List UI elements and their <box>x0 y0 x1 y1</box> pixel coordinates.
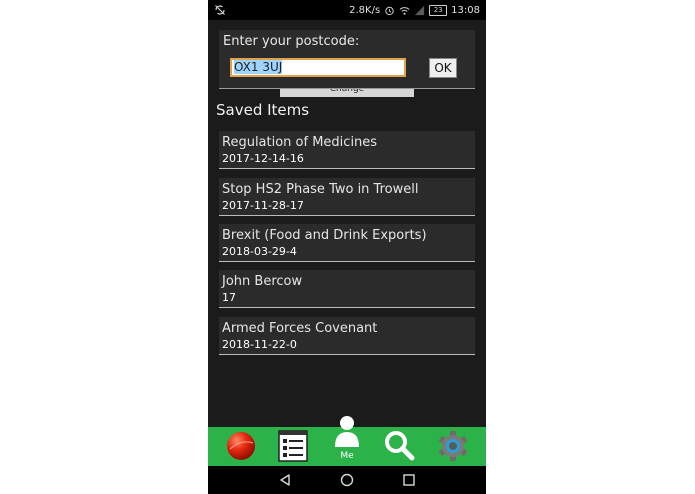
postcode-panel: Enter your postcode: OX1 3UJ OK <box>219 30 475 88</box>
change-button[interactable]: Change <box>280 89 414 97</box>
nav-item-me[interactable]: Me <box>332 414 362 466</box>
item-date: 2017-11-28-17 <box>222 199 304 212</box>
list-item[interactable]: John Bercow 17 <box>219 270 475 308</box>
nav-item-search[interactable] <box>382 427 416 466</box>
item-date: 2017-12-14-16 <box>222 152 304 165</box>
item-date: 2018-11-22-0 <box>222 338 297 351</box>
list-icon <box>278 430 308 462</box>
sync-disabled-icon <box>215 5 225 15</box>
status-time: 13:08 <box>451 4 480 16</box>
postcode-input[interactable]: OX1 3UJ <box>230 58 406 77</box>
network-speed: 2.8K/s <box>349 4 381 16</box>
saved-items-heading: Saved Items <box>216 101 310 119</box>
item-title: Armed Forces Covenant <box>222 321 378 336</box>
bottom-nav: Me <box>208 416 486 466</box>
item-title: Regulation of Medicines <box>222 135 378 150</box>
nav-item-red-ball[interactable] <box>224 427 258 466</box>
item-title: Brexit (Food and Drink Exports) <box>222 228 427 243</box>
system-nav-bar <box>208 466 486 494</box>
settings-gear-icon <box>438 431 468 461</box>
nav-item-settings[interactable] <box>436 427 470 466</box>
item-date: 17 <box>222 291 236 304</box>
phone-screen: 2.8K/s 23 13:08 Enter your postcode: OX1… <box>208 0 486 494</box>
list-item[interactable]: Regulation of Medicines 2017-12-14-16 <box>219 131 475 169</box>
item-date: 2018-03-29-4 <box>222 245 297 258</box>
battery-icon: 23 <box>429 4 448 16</box>
recents-icon[interactable] <box>402 473 416 487</box>
back-icon[interactable] <box>278 473 292 487</box>
item-title: Stop HS2 Phase Two in Trowell <box>222 182 419 197</box>
nav-item-list[interactable] <box>276 427 310 466</box>
list-item[interactable]: Brexit (Food and Drink Exports) 2018-03-… <box>219 224 475 262</box>
home-icon[interactable] <box>340 473 354 487</box>
person-icon <box>335 416 359 447</box>
item-title: John Bercow <box>222 274 303 289</box>
status-right: 2.8K/s 23 13:08 <box>349 0 480 20</box>
postcode-label: Enter your postcode: <box>223 34 360 49</box>
list-item[interactable]: Armed Forces Covenant 2018-11-22-0 <box>219 317 475 355</box>
wifi-icon <box>399 6 410 15</box>
ok-button[interactable]: OK <box>429 58 457 78</box>
status-bar: 2.8K/s 23 13:08 <box>208 0 486 20</box>
signal-icon <box>415 5 425 15</box>
postcode-value: OX1 3UJ <box>234 60 283 74</box>
red-ball-icon <box>227 432 255 460</box>
list-item[interactable]: Stop HS2 Phase Two in Trowell 2017-11-28… <box>219 178 475 216</box>
alarm-icon <box>385 6 394 15</box>
search-icon <box>385 431 415 461</box>
nav-me-label: Me <box>340 451 354 461</box>
